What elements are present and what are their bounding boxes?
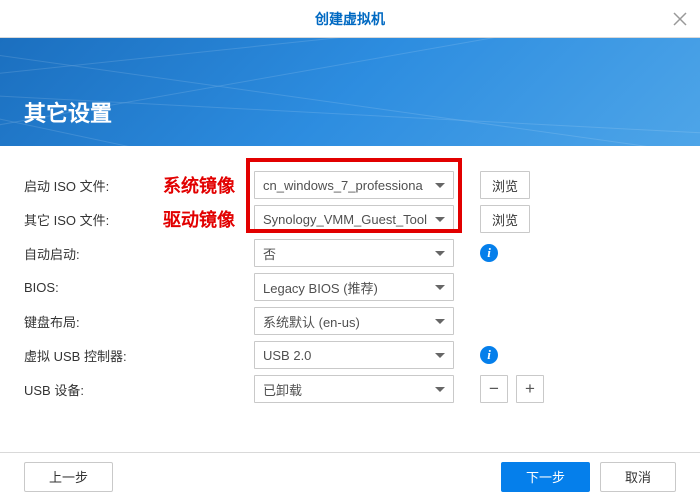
remove-usb-button[interactable]: − [480, 375, 508, 403]
boot-iso-value: cn_windows_7_professiona [263, 178, 429, 193]
other-iso-value: Synology_VMM_Guest_Tool [263, 212, 429, 227]
chevron-down-icon [435, 353, 445, 358]
footer: 上一步 下一步 取消 [0, 452, 700, 500]
dialog-title: 创建虚拟机 [315, 9, 385, 29]
usb-device-label: USB 设备: [24, 380, 144, 399]
other-iso-select[interactable]: Synology_VMM_Guest_Tool [254, 205, 454, 233]
bios-value: Legacy BIOS (推荐) [263, 278, 429, 297]
next-button[interactable]: 下一步 [501, 462, 590, 492]
annotation-driver-image: 驱动镜像 [144, 206, 254, 232]
chevron-down-icon [435, 285, 445, 290]
auto-start-select[interactable]: 否 [254, 239, 454, 267]
banner: 其它设置 [0, 38, 700, 146]
info-icon[interactable]: i [480, 346, 498, 364]
bios-select[interactable]: Legacy BIOS (推荐) [254, 273, 454, 301]
auto-start-label: 自动启动: [24, 244, 144, 263]
prev-button[interactable]: 上一步 [24, 462, 113, 492]
cancel-button[interactable]: 取消 [600, 462, 676, 492]
chevron-down-icon [435, 251, 445, 256]
boot-iso-select[interactable]: cn_windows_7_professiona [254, 171, 454, 199]
boot-iso-label: 启动 ISO 文件: [24, 176, 144, 195]
bios-label: BIOS: [24, 280, 144, 295]
form-area: 启动 ISO 文件: 系统镜像 cn_windows_7_professiona… [0, 146, 700, 406]
usb-device-value: 已卸载 [263, 380, 429, 399]
close-icon[interactable] [672, 11, 688, 27]
other-iso-browse-button[interactable]: 浏览 [480, 205, 530, 233]
other-iso-label: 其它 ISO 文件: [24, 210, 144, 229]
keyboard-value: 系统默认 (en-us) [263, 312, 429, 331]
boot-iso-browse-button[interactable]: 浏览 [480, 171, 530, 199]
usb-device-select[interactable]: 已卸载 [254, 375, 454, 403]
info-icon[interactable]: i [480, 244, 498, 262]
add-usb-button[interactable]: + [516, 375, 544, 403]
chevron-down-icon [435, 217, 445, 222]
titlebar: 创建虚拟机 [0, 0, 700, 38]
auto-start-value: 否 [263, 244, 429, 263]
page-title: 其它设置 [24, 96, 112, 128]
keyboard-label: 键盘布局: [24, 312, 144, 331]
keyboard-select[interactable]: 系统默认 (en-us) [254, 307, 454, 335]
annotation-system-image: 系统镜像 [144, 172, 254, 198]
chevron-down-icon [435, 183, 445, 188]
chevron-down-icon [435, 319, 445, 324]
usb-controller-select[interactable]: USB 2.0 [254, 341, 454, 369]
usb-controller-value: USB 2.0 [263, 348, 429, 363]
usb-controller-label: 虚拟 USB 控制器: [24, 346, 144, 365]
chevron-down-icon [435, 387, 445, 392]
